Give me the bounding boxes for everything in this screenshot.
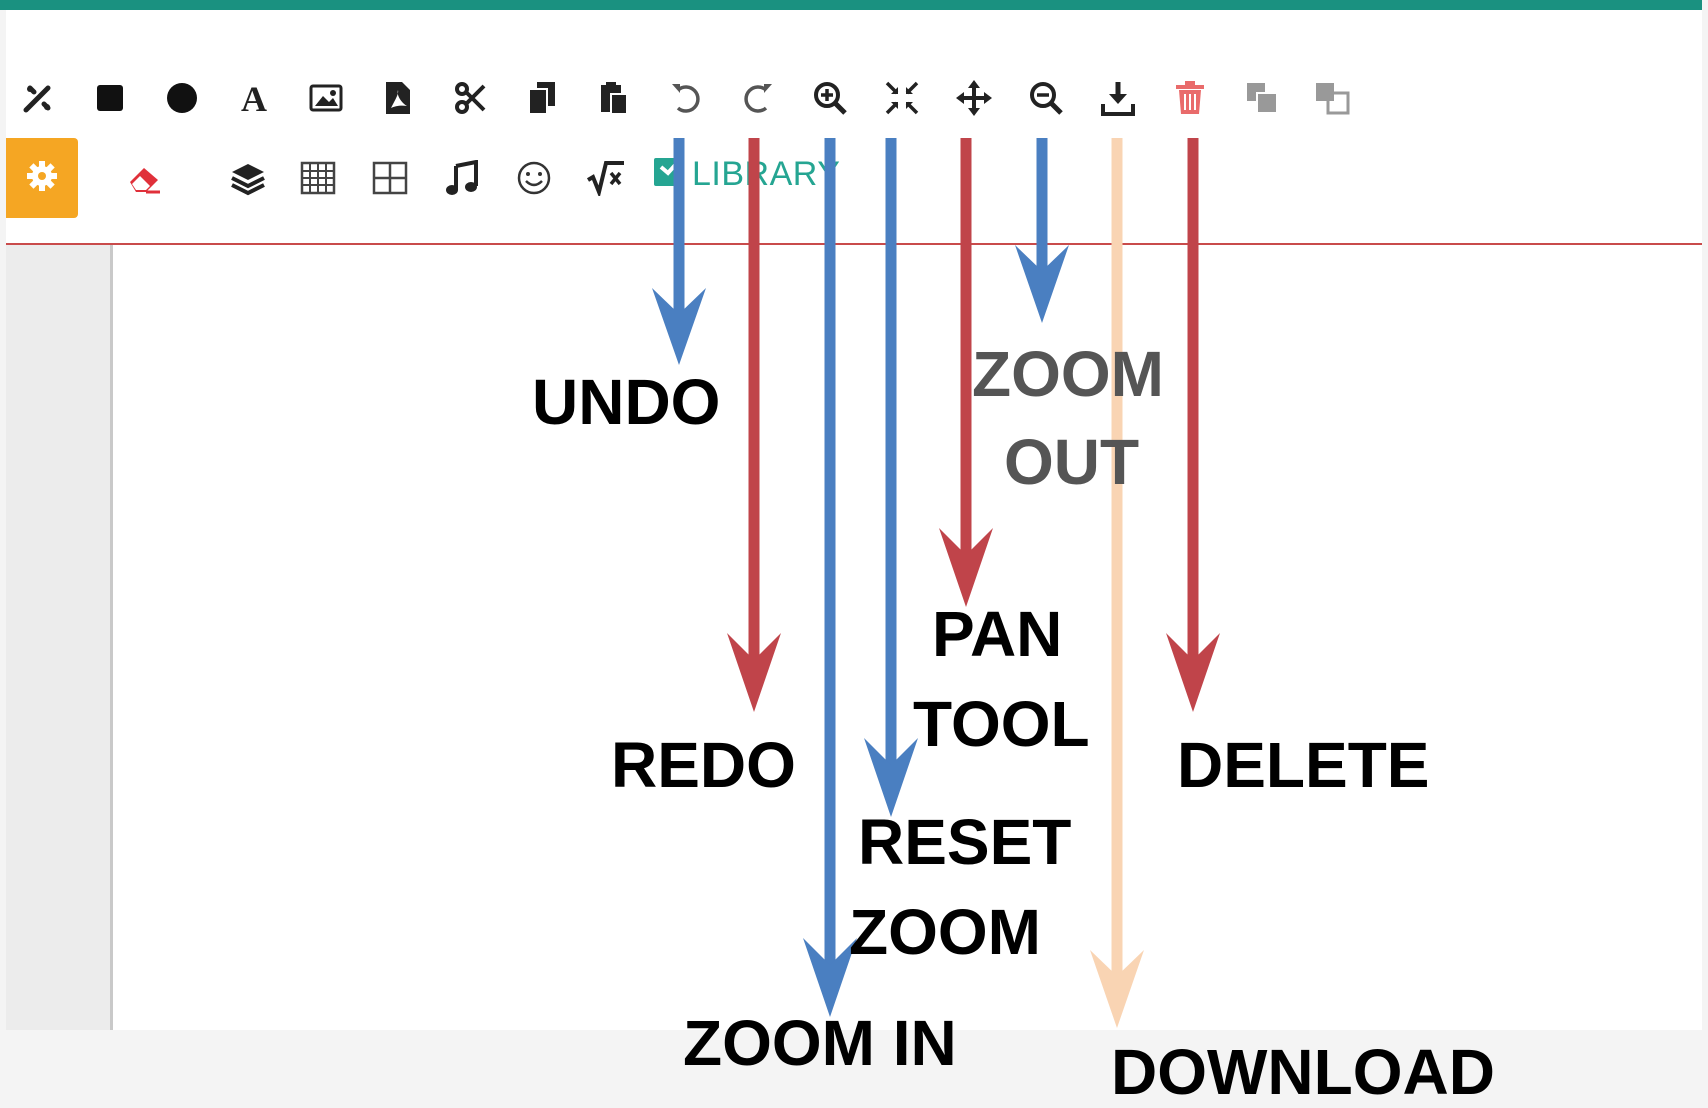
download-arrow (1090, 138, 1144, 1028)
zoom-out-arrow (1015, 138, 1069, 323)
delete-arrow (1166, 138, 1220, 712)
reset-zoom-arrow (864, 138, 918, 817)
redo-arrow (727, 138, 781, 712)
reset-zoom-label-line2: ZOOM (849, 896, 1041, 968)
zoom-out-label-line1: ZOOM (972, 338, 1164, 410)
reset-zoom-label-line1: RESET (858, 806, 1072, 878)
undo-arrow (652, 138, 706, 365)
zoom-out-label-line2: OUT (1004, 426, 1140, 498)
redo-label: REDO (611, 729, 796, 801)
pan-tool-label-line2: TOOL (913, 688, 1090, 760)
zoom-in-arrow (803, 138, 857, 1017)
pan-tool-label-line1: PAN (932, 598, 1063, 670)
delete-label: DELETE (1177, 729, 1430, 801)
zoom-in-label: ZOOM IN (683, 1007, 957, 1079)
undo-label: UNDO (532, 366, 721, 438)
download-label: DOWNLOAD (1111, 1036, 1495, 1108)
